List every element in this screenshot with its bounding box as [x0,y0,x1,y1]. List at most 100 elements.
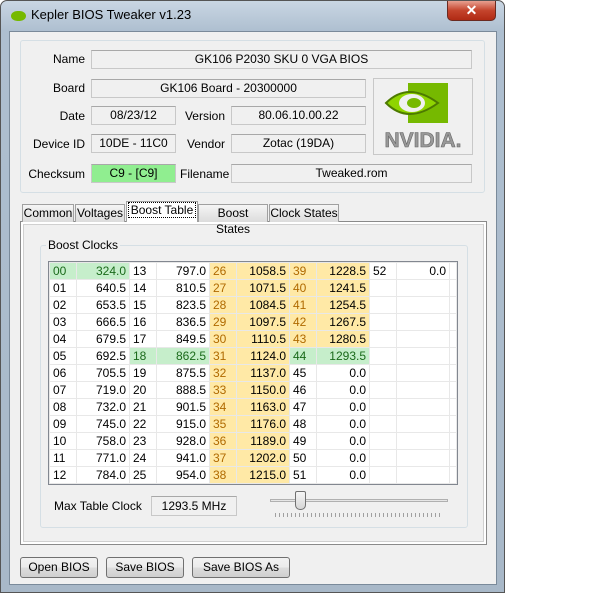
boost-index-cell[interactable] [369,466,397,484]
boost-index-cell[interactable]: 45 [289,364,317,382]
boost-clock-cell[interactable]: 1254.5 [316,296,370,314]
boost-index-cell[interactable]: 02 [49,296,77,314]
boost-index-cell[interactable]: 40 [289,279,317,297]
boost-clock-cell[interactable]: 1110.5 [236,330,290,348]
boost-index-cell[interactable] [369,415,397,433]
boost-clock-cell[interactable] [396,415,450,433]
boost-index-cell[interactable]: 23 [129,432,157,450]
boost-clock-cell[interactable]: 1293.5 [316,347,370,365]
boost-index-cell[interactable]: 03 [49,313,77,331]
boost-clock-cell[interactable] [396,330,450,348]
boost-index-cell[interactable]: 12 [49,466,77,484]
boost-index-cell[interactable]: 16 [129,313,157,331]
boost-index-cell[interactable]: 52 [369,262,397,280]
boost-index-cell[interactable]: 37 [209,449,237,467]
boost-index-cell[interactable]: 11 [49,449,77,467]
boost-index-cell[interactable] [369,347,397,365]
boost-index-cell[interactable]: 20 [129,381,157,399]
boost-clock-cell[interactable] [396,313,450,331]
boost-clock-cell[interactable]: 719.0 [76,381,130,399]
boost-clock-cell[interactable]: 1163.0 [236,398,290,416]
boost-clock-cell[interactable] [396,449,450,467]
boost-clock-cell[interactable]: 666.5 [76,313,130,331]
boost-index-cell[interactable]: 04 [49,330,77,348]
boost-clock-cell[interactable] [396,466,450,484]
boost-index-cell[interactable]: 27 [209,279,237,297]
boost-index-cell[interactable]: 07 [49,381,77,399]
boost-index-cell[interactable] [369,432,397,450]
boost-clock-cell[interactable]: 771.0 [76,449,130,467]
boost-clock-cell[interactable]: 679.5 [76,330,130,348]
boost-clock-cell[interactable]: 797.0 [156,262,210,280]
boost-clock-cell[interactable]: 1071.5 [236,279,290,297]
boost-index-cell[interactable]: 41 [289,296,317,314]
boost-clock-cell[interactable]: 705.5 [76,364,130,382]
boost-clock-cell[interactable]: 640.5 [76,279,130,297]
boost-clock-cell[interactable] [396,432,450,450]
tab-clock-states[interactable]: Clock States [269,204,339,222]
boost-clock-cell[interactable]: 0.0 [316,398,370,416]
boost-index-cell[interactable] [369,279,397,297]
tab-common[interactable]: Common [22,204,74,222]
tab-voltages[interactable]: Voltages [75,204,125,222]
boost-clock-cell[interactable]: 1215.0 [236,466,290,484]
boost-index-cell[interactable]: 28 [209,296,237,314]
boost-index-cell[interactable]: 13 [129,262,157,280]
boost-clock-cell[interactable]: 1241.5 [316,279,370,297]
boost-index-cell[interactable]: 42 [289,313,317,331]
boost-clock-cell[interactable] [396,381,450,399]
boost-clock-cell[interactable]: 901.5 [156,398,210,416]
boost-index-cell[interactable]: 14 [129,279,157,297]
boost-index-cell[interactable]: 51 [289,466,317,484]
boost-clock-cell[interactable]: 1058.5 [236,262,290,280]
boost-clock-cell[interactable]: 1084.5 [236,296,290,314]
boost-clock-cell[interactable]: 0.0 [396,262,450,280]
boost-clock-cell[interactable]: 836.5 [156,313,210,331]
boost-clock-cell[interactable]: 732.0 [76,398,130,416]
boost-clock-cell[interactable]: 1267.5 [316,313,370,331]
boost-index-cell[interactable]: 48 [289,415,317,433]
boost-index-cell[interactable]: 01 [49,279,77,297]
boost-index-cell[interactable]: 50 [289,449,317,467]
boost-clock-cell[interactable]: 1137.0 [236,364,290,382]
boost-index-cell[interactable] [369,449,397,467]
boost-index-cell[interactable]: 47 [289,398,317,416]
tab-boost-states[interactable]: Boost States [198,204,268,236]
boost-index-cell[interactable] [369,296,397,314]
boost-clock-cell[interactable]: 1150.0 [236,381,290,399]
boost-index-cell[interactable]: 44 [289,347,317,365]
boost-index-cell[interactable]: 22 [129,415,157,433]
boost-table[interactable]: 00 324.0 13 797.0 26 1058.5 39 1228.5 52 0.0 01 640… [48,261,458,485]
boost-index-cell[interactable]: 08 [49,398,77,416]
boost-clock-cell[interactable]: 324.0 [76,262,130,280]
boost-clock-cell[interactable]: 823.5 [156,296,210,314]
boost-clock-cell[interactable]: 1176.0 [236,415,290,433]
boost-index-cell[interactable]: 19 [129,364,157,382]
boost-index-cell[interactable]: 43 [289,330,317,348]
save-bios-as-button[interactable]: Save BIOS As [192,557,290,578]
open-bios-button[interactable]: Open BIOS [20,557,98,578]
boost-index-cell[interactable]: 36 [209,432,237,450]
boost-index-cell[interactable]: 30 [209,330,237,348]
boost-index-cell[interactable]: 21 [129,398,157,416]
tab-boost-table[interactable]: Boost Table [126,201,198,222]
boost-clock-cell[interactable]: 0.0 [316,415,370,433]
boost-clock-cell[interactable] [396,279,450,297]
boost-index-cell[interactable]: 31 [209,347,237,365]
boost-index-cell[interactable] [369,364,397,382]
boost-clock-cell[interactable]: 1097.5 [236,313,290,331]
boost-clock-cell[interactable]: 928.0 [156,432,210,450]
boost-clock-cell[interactable]: 941.0 [156,449,210,467]
boost-index-cell[interactable]: 18 [129,347,157,365]
boost-clock-cell[interactable]: 849.5 [156,330,210,348]
boost-index-cell[interactable]: 25 [129,466,157,484]
boost-clock-cell[interactable]: 915.0 [156,415,210,433]
boost-index-cell[interactable]: 38 [209,466,237,484]
boost-clock-cell[interactable] [396,296,450,314]
boost-clock-cell[interactable]: 1202.0 [236,449,290,467]
boost-clock-cell[interactable] [396,364,450,382]
boost-index-cell[interactable]: 39 [289,262,317,280]
boost-clock-cell[interactable]: 810.5 [156,279,210,297]
boost-index-cell[interactable] [369,398,397,416]
boost-clock-cell[interactable]: 0.0 [316,432,370,450]
